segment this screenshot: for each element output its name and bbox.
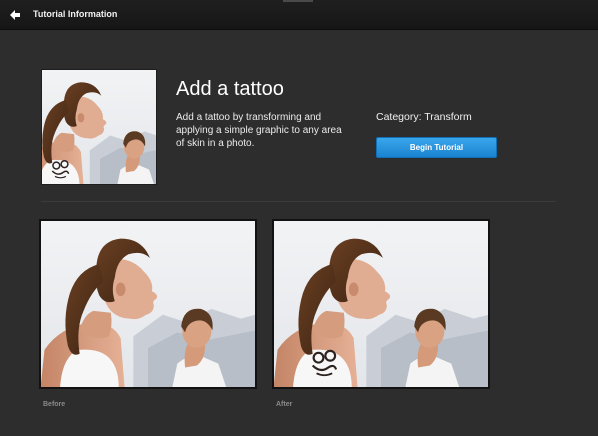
after-photo	[272, 219, 490, 389]
top-bar: Tutorial Information	[0, 0, 598, 30]
before-photo	[39, 219, 257, 389]
before-label: Before	[43, 401, 66, 408]
tutorial-title: Add a tattoo	[176, 78, 284, 100]
begin-tutorial-button[interactable]: Begin Tutorial	[376, 137, 497, 158]
tutorial-thumbnail	[41, 69, 157, 185]
divider	[41, 201, 556, 202]
top-notch	[283, 0, 313, 2]
tutorial-description: Add a tattoo by transforming and applyin…	[176, 112, 342, 149]
after-label: After	[276, 401, 293, 408]
back-arrow-icon[interactable]	[8, 8, 22, 22]
tutorial-category: Category: Transform	[376, 111, 472, 123]
header-title: Tutorial Information	[33, 9, 118, 19]
